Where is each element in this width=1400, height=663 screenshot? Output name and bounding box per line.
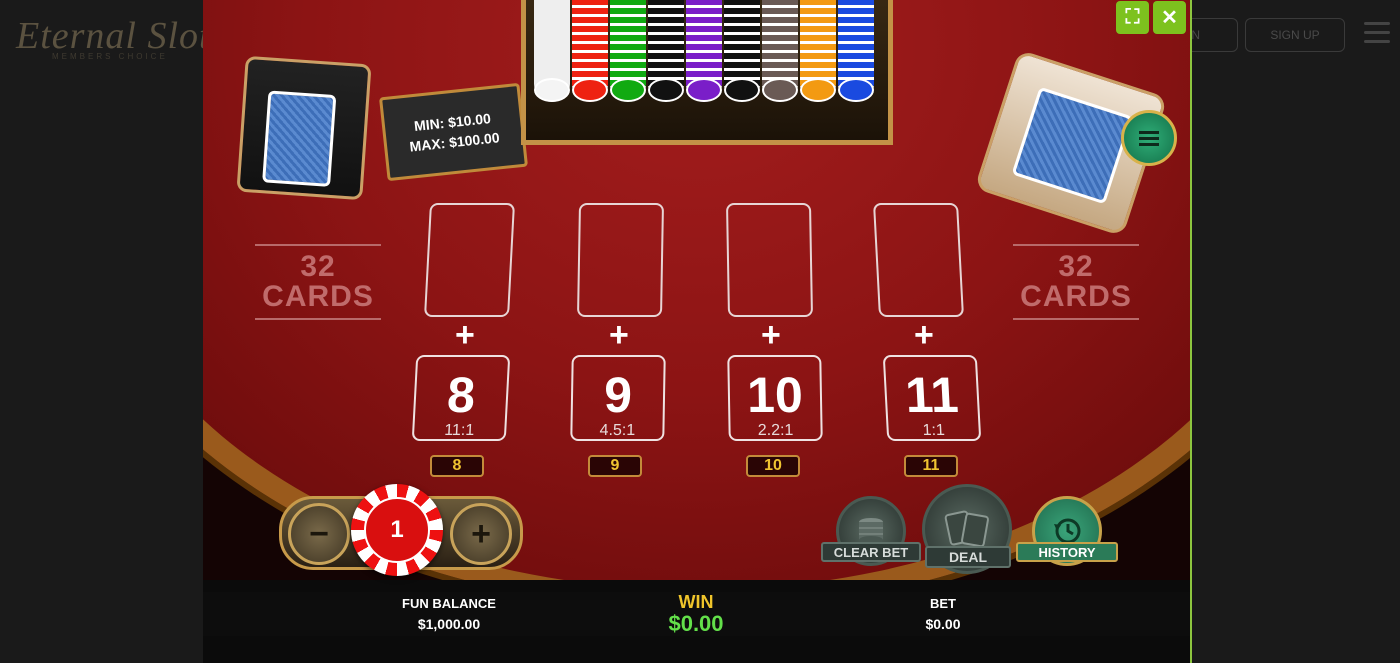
bet-box-11[interactable]: 11 1:1 — [882, 355, 982, 441]
cards-count: 32 — [1058, 250, 1094, 283]
cards-count: 32 — [300, 250, 336, 283]
card-back-icon — [1011, 86, 1134, 205]
bet-number: 10 — [746, 367, 804, 423]
win-value: $0.00 — [668, 611, 724, 636]
card-slot — [726, 203, 813, 317]
bet-odds: 2.2:1 — [757, 422, 794, 439]
bet-label: BET — [930, 596, 956, 611]
bet-display: BET $0.00 — [893, 594, 993, 634]
chip-increase-button[interactable]: + — [450, 503, 512, 565]
win-display: WIN $0.00 — [631, 592, 761, 636]
chip-stack-brown — [762, 0, 798, 102]
fun-balance: FUN BALANCE $1,000.00 — [379, 594, 519, 634]
bet-number: 11 — [903, 367, 960, 423]
bet-number: 8 — [445, 367, 477, 423]
chip-stack-red — [572, 0, 608, 102]
chip-stack-green — [610, 0, 646, 102]
chip-rack — [521, 0, 893, 145]
chip-stack-black-2 — [724, 0, 760, 102]
clear-bet-button[interactable]: CLEAR BET — [821, 496, 921, 566]
plus-sign: + — [455, 316, 475, 354]
bet-box-10[interactable]: 10 2.2:1 — [727, 355, 823, 441]
chip-stack-white — [534, 0, 570, 102]
selected-chip[interactable]: 1 — [351, 484, 443, 576]
bet-number: 9 — [603, 367, 633, 423]
plus-sign: + — [914, 316, 934, 354]
cards-remaining-right: 32 CARDS — [1013, 238, 1139, 326]
cards-label: CARDS — [262, 280, 374, 313]
table-limits-sign: MIN: $10.00 MAX: $100.00 — [378, 82, 529, 182]
discard-shoe — [236, 55, 372, 201]
card-back-icon — [262, 90, 337, 187]
bet-odds: 4.5:1 — [599, 422, 636, 439]
cards-remaining-left: 32 CARDS — [255, 238, 381, 326]
card-slot — [577, 203, 664, 317]
site-logo-subtitle: MEMBERS CHOICE — [52, 52, 168, 61]
plus-sign: + — [609, 316, 629, 354]
bet-tag-8: 8 — [430, 455, 484, 477]
chip-stack-black — [648, 0, 684, 102]
signup-button[interactable]: SIGN UP — [1245, 18, 1345, 52]
fullscreen-icon[interactable]: ⛶ — [1116, 1, 1149, 34]
chip-value: 1 — [364, 497, 430, 563]
bet-tag-11: 11 — [904, 455, 958, 477]
balance-label: FUN BALANCE — [402, 596, 496, 611]
bet-tag-10: 10 — [746, 455, 800, 477]
game-menu-button[interactable] — [1121, 110, 1177, 166]
win-label: WIN — [678, 592, 714, 612]
bet-box-9[interactable]: 9 4.5:1 — [570, 355, 666, 441]
bet-odds: 11:1 — [443, 422, 475, 439]
chip-stack-blue — [838, 0, 874, 102]
frame-border — [1190, 0, 1192, 663]
deal-label: DEAL — [925, 546, 1011, 568]
plus-sign: + — [761, 316, 781, 354]
bet-tag-9: 9 — [588, 455, 642, 477]
history-button[interactable]: HISTORY — [1016, 496, 1118, 566]
balance-value: $1,000.00 — [417, 616, 481, 632]
hamburger-menu-icon[interactable] — [1364, 22, 1390, 44]
history-label: HISTORY — [1016, 542, 1118, 562]
game-window: MIN: $10.00 MAX: $100.00 32 CARDS 32 CAR… — [203, 0, 1191, 663]
chip-stack-orange — [800, 0, 836, 102]
bet-box-8[interactable]: 8 11:1 — [411, 355, 511, 441]
chip-decrease-button[interactable]: − — [288, 503, 350, 565]
clear-bet-label: CLEAR BET — [821, 542, 921, 562]
card-slot — [424, 203, 515, 317]
deal-button[interactable]: DEAL — [921, 484, 1013, 574]
cards-label: CARDS — [1020, 280, 1132, 313]
card-slot — [873, 203, 964, 317]
bet-odds: 1:1 — [922, 422, 946, 439]
chip-stack-purple — [686, 0, 722, 102]
bet-value: $0.00 — [925, 616, 961, 632]
status-bar: FUN BALANCE $1,000.00 WIN $0.00 BET $0.0… — [203, 592, 1191, 636]
close-icon[interactable]: ✕ — [1153, 1, 1186, 34]
